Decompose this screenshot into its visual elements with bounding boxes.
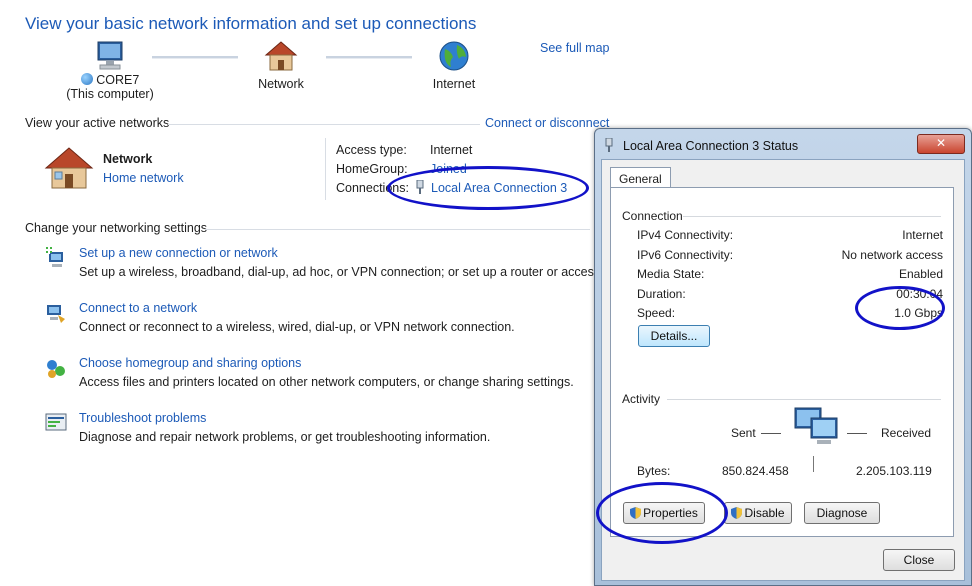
- task-desc-homegroup: Access files and printers located on oth…: [79, 375, 574, 389]
- disable-label: Disable: [744, 506, 785, 520]
- connection-heading: Connection: [622, 209, 683, 223]
- section-divider: [205, 229, 590, 230]
- map-network[interactable]: Network: [231, 40, 331, 91]
- task-troubleshoot: Troubleshoot problems Diagnose and repai…: [44, 411, 604, 455]
- home-network-link[interactable]: Home network: [103, 171, 184, 185]
- vertical-divider: [325, 138, 326, 200]
- received-label: Received: [881, 426, 932, 440]
- bytes-divider: [813, 456, 814, 472]
- task-title-troubleshoot[interactable]: Troubleshoot problems: [79, 411, 206, 425]
- network-label: Network: [258, 77, 304, 91]
- access-type-value: Internet: [430, 143, 473, 157]
- task-desc-troubleshoot: Diagnose and repair network problems, or…: [79, 430, 491, 444]
- network-globe-icon: [80, 73, 93, 85]
- settings-heading: Change your networking settings: [25, 221, 208, 235]
- ipv6-value: No network access: [841, 248, 943, 262]
- map-computer[interactable]: CORE7 (This computer): [60, 40, 160, 101]
- ipv4-label: IPv4 Connectivity:: [637, 228, 734, 242]
- close-icon[interactable]: ✕: [917, 134, 965, 154]
- uac-shield-icon: [731, 507, 743, 519]
- annotation-ellipse-speed: [855, 286, 945, 330]
- ipv4-value: Internet: [902, 228, 943, 242]
- annotation-ellipse-connection: [387, 166, 589, 210]
- task-desc-new-connection: Set up a wireless, broadband, dial-up, a…: [79, 265, 635, 279]
- annotation-ellipse-properties: [596, 482, 728, 544]
- ipv6-label: IPv6 Connectivity:: [637, 248, 734, 262]
- diagnose-button[interactable]: Diagnose: [804, 502, 880, 524]
- sent-line: [761, 433, 781, 434]
- bytes-label: Bytes:: [637, 464, 671, 478]
- close-button[interactable]: Close: [883, 549, 955, 571]
- ethernet-icon: [605, 137, 613, 155]
- received-line: [847, 433, 867, 434]
- homegroup-label: HomeGroup:: [336, 162, 408, 176]
- details-button[interactable]: Details...: [638, 325, 710, 347]
- connect-disconnect-link[interactable]: Connect or disconnect: [485, 116, 609, 130]
- map-internet[interactable]: Internet: [404, 40, 504, 91]
- see-full-map-link[interactable]: See full map: [540, 41, 609, 55]
- active-network-name: Network: [103, 152, 153, 166]
- home-network-icon: [44, 147, 94, 189]
- task-homegroup: Choose homegroup and sharing options Acc…: [44, 356, 604, 400]
- computer-icon: [97, 41, 123, 70]
- computer-name: CORE7: [96, 73, 140, 87]
- task-title-homegroup[interactable]: Choose homegroup and sharing options: [79, 356, 301, 370]
- connect-network-icon: [47, 305, 65, 323]
- dialog-title: Local Area Connection 3 Status: [623, 139, 799, 153]
- disable-button[interactable]: Disable: [724, 502, 792, 524]
- group-divider: [683, 216, 941, 217]
- media-state-label: Media State:: [637, 267, 705, 281]
- globe-icon: [439, 41, 469, 71]
- access-type-label: Access type:: [336, 143, 407, 157]
- internet-label: Internet: [432, 77, 476, 91]
- page-title: View your basic network information and …: [25, 14, 477, 33]
- section-divider: [168, 124, 480, 125]
- map-link-line: [152, 56, 238, 59]
- active-networks-heading: View your active networks: [25, 116, 170, 130]
- media-state-value: Enabled: [898, 267, 943, 281]
- task-title-connect-network[interactable]: Connect to a network: [79, 301, 197, 315]
- bytes-received-value: 2.205.103.119: [856, 464, 932, 478]
- new-connection-icon: [45, 246, 63, 267]
- task-connect-network: Connect to a network Connect or reconnec…: [44, 301, 604, 345]
- group-divider: [667, 399, 941, 400]
- homegroup-icon: [47, 360, 65, 378]
- troubleshoot-icon: [45, 413, 67, 431]
- bytes-sent-value: 850.824.458: [722, 464, 789, 478]
- task-desc-connect-network: Connect or reconnect to a wireless, wire…: [79, 320, 515, 334]
- computer-sub-label: (This computer): [66, 87, 154, 101]
- speed-label: Speed:: [637, 306, 676, 320]
- task-title-new-connection[interactable]: Set up a new connection or network: [79, 246, 278, 260]
- duration-label: Duration:: [637, 287, 686, 301]
- house-icon: [264, 41, 298, 71]
- task-new-connection: Set up a new connection or network Set u…: [44, 246, 634, 290]
- map-link-line: [326, 56, 412, 59]
- network-activity-icon: [794, 407, 838, 444]
- activity-heading: Activity: [622, 392, 661, 406]
- sent-label: Sent: [731, 426, 756, 440]
